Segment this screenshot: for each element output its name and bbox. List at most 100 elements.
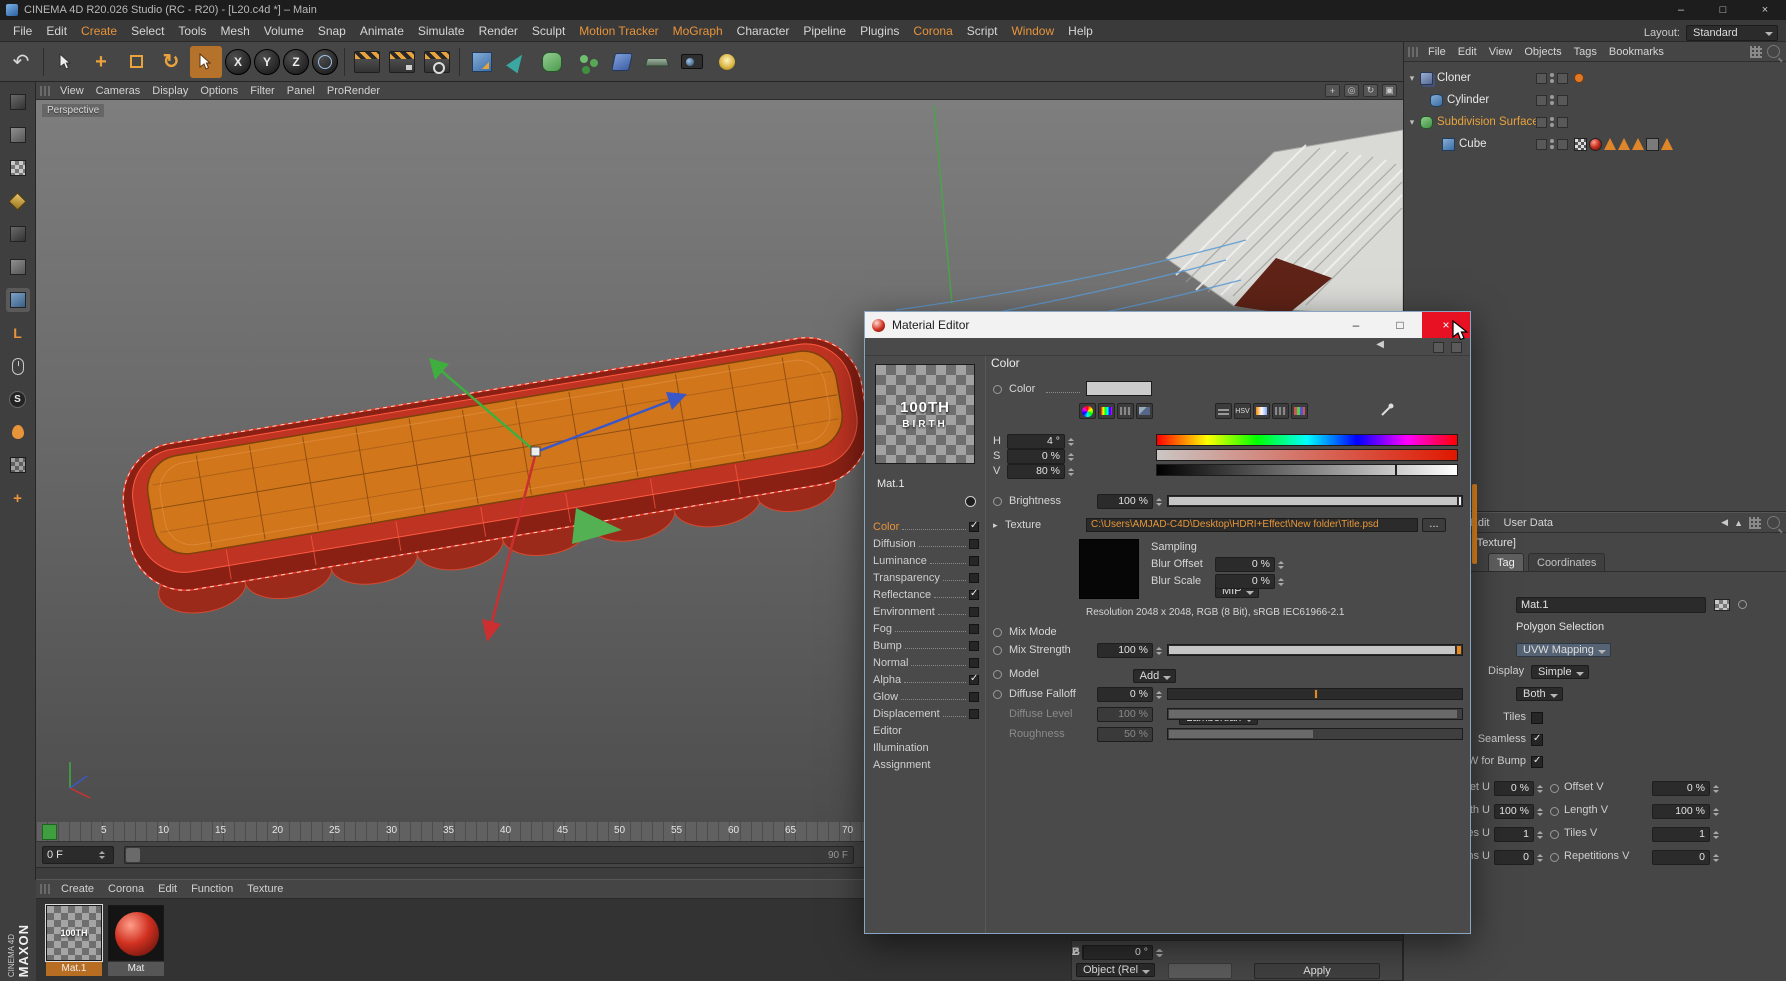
material-tag-icon[interactable] xyxy=(1589,138,1602,151)
mograph-color-tag-icon[interactable] xyxy=(1574,73,1584,83)
channel-label[interactable]: Color xyxy=(873,520,899,534)
lock-icon[interactable] xyxy=(1433,342,1444,353)
hue-field[interactable]: 4 ° xyxy=(1007,434,1065,449)
viewport-pan-icon[interactable]: + xyxy=(1325,84,1340,97)
object-manager-menu-item[interactable]: File xyxy=(1422,46,1452,58)
mix-strength-slider[interactable] xyxy=(1167,644,1463,656)
channel-checkbox[interactable] xyxy=(969,658,979,668)
value-gradient-bar[interactable] xyxy=(1156,464,1458,476)
display-select[interactable]: Simple xyxy=(1531,665,1589,679)
keyframe-circle-icon[interactable] xyxy=(1550,853,1559,862)
menu-item[interactable]: Tools xyxy=(171,24,213,38)
expander-icon[interactable]: ▾ xyxy=(1406,73,1418,84)
menu-item[interactable]: Pipeline xyxy=(796,24,853,38)
object-manager-menu-item[interactable]: Edit xyxy=(1452,46,1483,58)
value-spinner[interactable] xyxy=(1536,827,1545,842)
channel-checkbox[interactable] xyxy=(969,556,979,566)
object-row-cloner[interactable]: ▾ Cloner xyxy=(1404,67,1786,89)
value-spinner[interactable] xyxy=(1155,494,1164,509)
channel-label[interactable]: Reflectance xyxy=(873,588,931,602)
color-grid-icon[interactable] xyxy=(1117,403,1134,419)
value-spinner[interactable] xyxy=(1067,449,1076,464)
brightness-slider[interactable] xyxy=(1167,495,1463,507)
material-menu-item[interactable]: Edit xyxy=(151,883,184,895)
gizmo-x-arrow[interactable] xyxy=(482,619,501,642)
window-maximize-button[interactable]: □ xyxy=(1702,4,1744,16)
x-axis-lock-button[interactable]: X xyxy=(225,49,251,75)
color-wheel-icon[interactable] xyxy=(1079,403,1096,419)
keyframe-circle-icon[interactable] xyxy=(993,646,1002,655)
channel-label[interactable]: Environment xyxy=(873,605,935,619)
viewport-menu-item[interactable]: Panel xyxy=(281,85,321,97)
diffuse-falloff-field[interactable]: 0 % xyxy=(1097,687,1153,702)
tab-tag[interactable]: Tag xyxy=(1488,553,1524,571)
material-name-field[interactable]: Mat.1 xyxy=(877,478,905,490)
expander-icon[interactable]: ▾ xyxy=(1406,117,1418,128)
frame-spinner[interactable] xyxy=(98,847,107,862)
material-editor-titlebar[interactable]: Material Editor – □ × xyxy=(865,312,1470,338)
channel-label[interactable]: Assignment xyxy=(873,758,930,772)
visibility-toggles[interactable] xyxy=(1536,73,1568,84)
apply-button[interactable]: Apply xyxy=(1254,963,1380,979)
value-spinner[interactable] xyxy=(1712,781,1721,796)
light-button[interactable] xyxy=(711,46,743,78)
channel-row[interactable]: Environment xyxy=(873,602,979,619)
menu-item[interactable]: Snap xyxy=(311,24,353,38)
keyframe-circle-icon[interactable] xyxy=(1738,600,1747,609)
selection-tag-icon[interactable] xyxy=(1661,138,1673,150)
channel-checkbox[interactable] xyxy=(969,641,979,651)
menu-item[interactable]: Character xyxy=(730,24,797,38)
channel-row[interactable]: Editor xyxy=(873,721,979,738)
deformer-button[interactable] xyxy=(606,46,638,78)
channel-label[interactable]: Bump xyxy=(873,639,902,653)
diffuse-falloff-slider[interactable] xyxy=(1167,688,1463,700)
hue-gradient-bar[interactable] xyxy=(1156,434,1458,446)
paint-button[interactable] xyxy=(6,420,30,444)
rotate-tool-button[interactable]: ↻ xyxy=(155,46,187,78)
object-manager-menu-item[interactable]: Tags xyxy=(1568,46,1603,58)
bump-uvw-checkbox[interactable] xyxy=(1531,756,1543,768)
panel-grip-icon[interactable] xyxy=(40,86,50,96)
value-spinner[interactable] xyxy=(1536,781,1545,796)
color-swatch[interactable] xyxy=(1086,381,1152,396)
model-mode-button[interactable] xyxy=(6,123,30,147)
uvw-tag-icon[interactable] xyxy=(1646,138,1659,151)
texture-thumbnail[interactable] xyxy=(1079,539,1139,599)
texture-tag-icon[interactable] xyxy=(1574,138,1587,151)
layout-select[interactable]: Standard xyxy=(1686,25,1778,41)
channel-row[interactable]: Color xyxy=(873,517,979,534)
channel-label[interactable]: Fog xyxy=(873,622,892,636)
value-field[interactable]: 0 xyxy=(1494,850,1534,865)
menu-item[interactable]: Mesh xyxy=(213,24,256,38)
minimize-button[interactable]: – xyxy=(1334,312,1378,338)
render-picture-viewer-button[interactable] xyxy=(386,46,418,78)
enable-axis-button[interactable]: L xyxy=(6,321,30,345)
snap-settings-button[interactable]: + xyxy=(6,486,30,510)
channel-label[interactable]: Alpha xyxy=(873,673,901,687)
hsv-button[interactable]: HSV xyxy=(1234,403,1251,419)
selection-tag-icon[interactable] xyxy=(1604,138,1616,150)
y-axis-lock-button[interactable]: Y xyxy=(254,49,280,75)
channel-label[interactable]: Displacement xyxy=(873,707,940,721)
subdivision-surface-button[interactable] xyxy=(536,46,568,78)
channel-row[interactable]: Luminance xyxy=(873,551,979,568)
brush-handle[interactable] xyxy=(115,329,881,622)
viewport-solo-button[interactable]: S xyxy=(6,387,30,411)
channel-checkbox[interactable] xyxy=(969,539,979,549)
kelvin-icon[interactable] xyxy=(1253,403,1270,419)
color-picture-icon[interactable] xyxy=(1136,403,1153,419)
channel-row[interactable]: Bump xyxy=(873,636,979,653)
material-menu-item[interactable]: Create xyxy=(54,883,101,895)
blur-scale-field[interactable]: 0 % xyxy=(1215,574,1275,589)
channel-label[interactable]: Transparency xyxy=(873,571,940,585)
texture-chip-icon[interactable] xyxy=(1714,599,1730,611)
mix-strength-field[interactable]: 100 % xyxy=(1097,643,1153,658)
viewport-toggle-icon[interactable]: ▣ xyxy=(1382,84,1397,97)
selection-link-field[interactable]: Polygon Selection xyxy=(1516,621,1604,633)
value-spinner[interactable] xyxy=(1536,804,1545,819)
last-tool-button[interactable] xyxy=(190,46,222,78)
camera-button[interactable] xyxy=(676,46,708,78)
eyedropper-icon[interactable] xyxy=(1379,402,1395,418)
menu-item[interactable]: Script xyxy=(960,24,1005,38)
live-selection-button[interactable] xyxy=(50,46,82,78)
